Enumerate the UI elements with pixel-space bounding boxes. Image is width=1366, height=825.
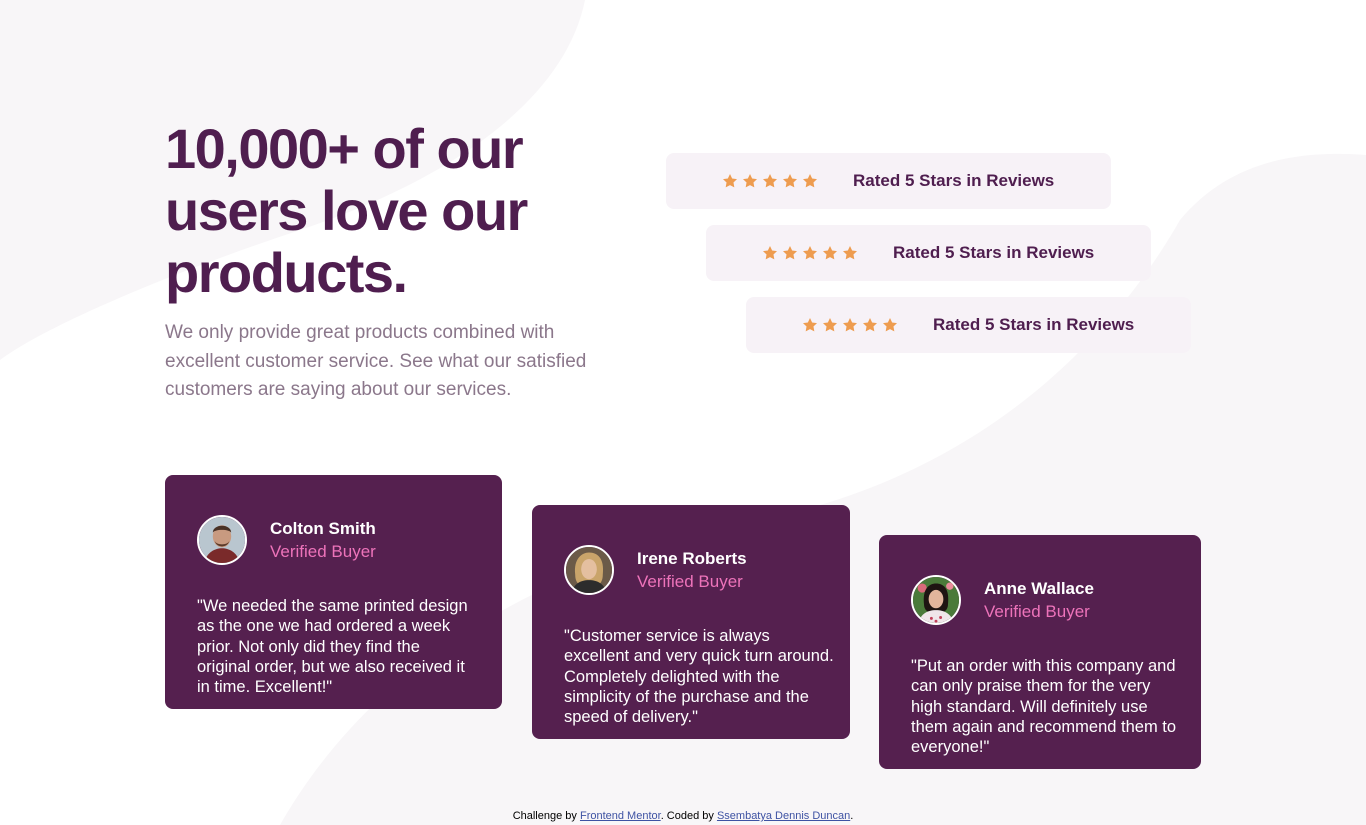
avatar	[911, 575, 961, 625]
star-icon	[803, 246, 817, 260]
star-icon	[863, 318, 877, 332]
reviewer-name: Colton Smith	[270, 519, 376, 538]
page-title: 10,000+ of our users love our products.	[165, 117, 528, 304]
rating-row: Rated 5 Stars in Reviews	[666, 153, 1111, 209]
reviewer-status: Verified Buyer	[270, 542, 376, 561]
star-icon	[843, 246, 857, 260]
testimonial-card: Colton Smith Verified Buyer "We needed t…	[165, 475, 502, 709]
star-icon	[723, 174, 737, 188]
star-rating	[802, 317, 902, 333]
star-icon	[803, 318, 817, 332]
page-description: We only provide great products combined …	[165, 322, 587, 400]
testimonial-card: Anne Wallace Verified Buyer "Put an orde…	[879, 535, 1201, 769]
testimonial-quote: "We needed the same printed design as th…	[197, 597, 468, 697]
attribution-suffix: .	[850, 810, 854, 822]
star-icon	[883, 318, 897, 332]
avatar	[197, 515, 247, 565]
star-icon	[843, 318, 857, 332]
star-icon	[783, 174, 797, 188]
rating-row: Rated 5 Stars in Reviews	[706, 225, 1151, 281]
star-icon	[823, 246, 837, 260]
star-rating	[762, 245, 862, 261]
reviewer-name: Irene Roberts	[637, 549, 747, 568]
star-rating	[722, 173, 822, 189]
star-icon	[763, 174, 777, 188]
attribution-middle: . Coded by	[660, 810, 714, 822]
reviewer-status: Verified Buyer	[637, 572, 743, 591]
testimonial-card: Irene Roberts Verified Buyer "Customer s…	[532, 505, 850, 739]
avatar	[564, 545, 614, 595]
star-icon	[783, 246, 797, 260]
attribution-prefix: Challenge by	[512, 810, 577, 822]
testimonial-quote: "Put an order with this company and can …	[911, 657, 1177, 757]
frontend-mentor-link[interactable]: Frontend Mentor	[580, 810, 661, 822]
author-link[interactable]: Ssembatya Dennis Duncan	[717, 810, 850, 822]
reviewer-name: Anne Wallace	[984, 579, 1094, 598]
rating-label: Rated 5 Stars in Reviews	[933, 315, 1135, 334]
star-icon	[823, 318, 837, 332]
rating-label: Rated 5 Stars in Reviews	[893, 243, 1095, 262]
attribution-footer: Challenge by Frontend Mentor. Coded by S…	[0, 810, 1366, 822]
rating-label: Rated 5 Stars in Reviews	[853, 171, 1055, 190]
testimonial-quote: "Customer service is always excellent an…	[564, 627, 834, 727]
star-icon	[803, 174, 817, 188]
star-icon	[763, 246, 777, 260]
reviewer-status: Verified Buyer	[984, 602, 1090, 621]
rating-row: Rated 5 Stars in Reviews	[746, 297, 1191, 353]
star-icon	[743, 174, 757, 188]
